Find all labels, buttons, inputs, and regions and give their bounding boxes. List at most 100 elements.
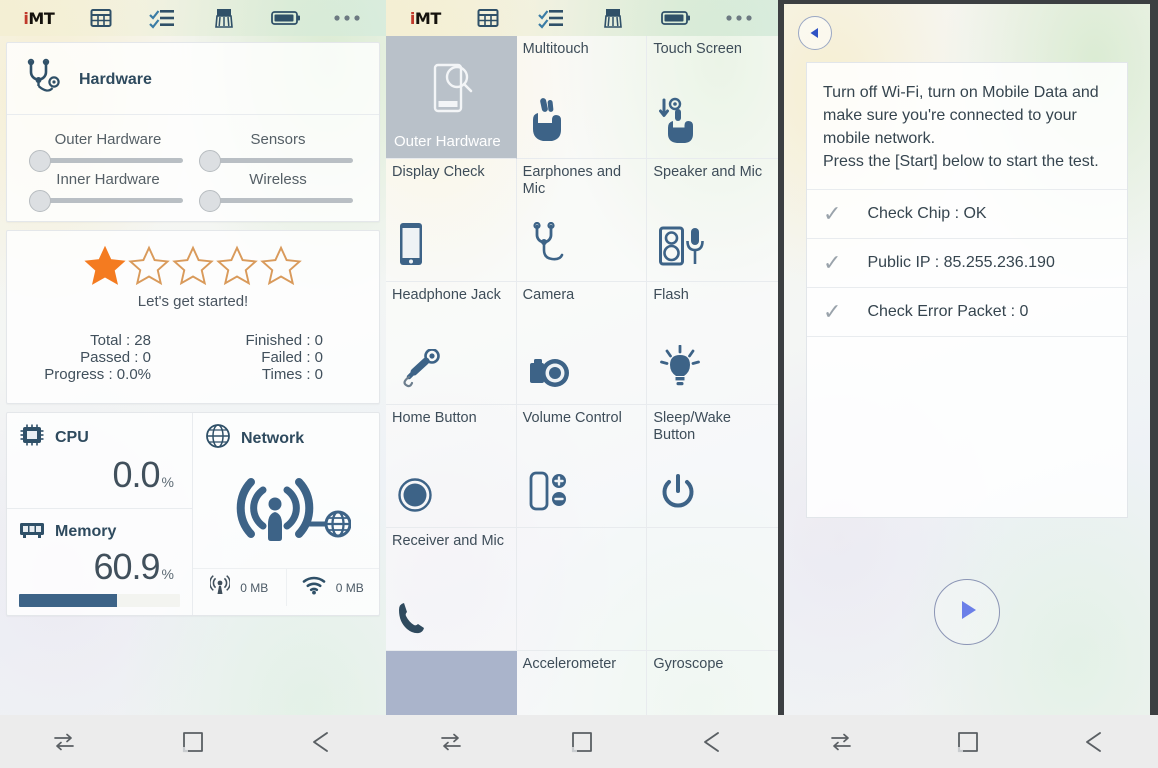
battery-icon[interactable]: [255, 0, 317, 36]
star-empty-icon[interactable]: [128, 245, 170, 287]
slider-label: Sensors: [250, 131, 306, 148]
broom-icon[interactable]: [193, 0, 255, 36]
home-square-icon[interactable]: [517, 730, 648, 754]
stat-times: Times : 0: [261, 366, 323, 383]
tile-label: Gyroscope: [653, 656, 724, 672]
two-finger-tap-icon: [529, 97, 565, 148]
slider-sensors[interactable]: Sensors: [193, 125, 363, 172]
brand-logo[interactable]: iMT: [394, 0, 457, 36]
slider-track[interactable]: [199, 189, 353, 212]
network-header: Network: [205, 423, 367, 454]
hardware-card-header: Hardware: [7, 43, 379, 114]
slider-label: Inner Hardware: [56, 171, 160, 188]
speaker-mic-icon: [659, 226, 705, 271]
phone-handset-icon: [398, 601, 428, 640]
stethoscope-icon: [21, 55, 65, 104]
volume-rocker-icon: [529, 470, 569, 517]
cpu-memory-column: CPU 0.0% Memory 60.9 %: [7, 413, 193, 615]
cpu-value-row: 0.0%: [19, 452, 180, 500]
slider-track[interactable]: [29, 149, 183, 172]
star-empty-icon[interactable]: [216, 245, 258, 287]
battery-icon[interactable]: [645, 0, 708, 36]
home-square-icon[interactable]: [129, 730, 258, 754]
tile-label: Touch Screen: [653, 41, 742, 57]
tile-empty-1: [516, 528, 648, 651]
tile-speaker-and-mic[interactable]: Speaker and Mic: [647, 159, 778, 282]
slider-outer-hardware[interactable]: Outer Hardware: [23, 125, 193, 172]
network-test-card: Turn off Wi-Fi, turn on Mobile Data and …: [806, 62, 1128, 518]
broom-icon[interactable]: [582, 0, 645, 36]
tile-receiver-and-mic[interactable]: Receiver and Mic: [386, 528, 517, 651]
slider-knob[interactable]: [199, 149, 221, 172]
android-navbar: [778, 715, 1158, 768]
tile-headphone-jack[interactable]: Headphone Jack: [386, 282, 517, 405]
star-filled-icon[interactable]: [84, 245, 126, 287]
back-arrow-icon[interactable]: [257, 729, 386, 755]
tile-outer-hardware[interactable]: Outer Hardware: [386, 36, 517, 159]
memory-progress-bar: [19, 594, 180, 607]
memory-block[interactable]: Memory 60.9%: [7, 509, 192, 615]
start-test-button[interactable]: [934, 579, 1000, 645]
tagline: Let's get started!: [137, 293, 249, 310]
smartphone-icon: [398, 222, 424, 271]
android-navbar: [0, 715, 386, 768]
star-rating[interactable]: [7, 245, 379, 287]
test-item-grid: Outer Hardware Multitouch Touch Screen D…: [386, 36, 778, 768]
recent-apps-icon[interactable]: [386, 729, 517, 755]
back-arrow-icon[interactable]: [1031, 729, 1158, 755]
cpu-block[interactable]: CPU 0.0%: [7, 413, 192, 508]
recent-apps-icon[interactable]: [778, 729, 905, 755]
tile-volume-control[interactable]: Volume Control: [516, 405, 648, 528]
recent-apps-icon[interactable]: [0, 729, 129, 755]
result-row-error-packet: ✓ Check Error Packet : 0: [807, 287, 1127, 336]
slider-knob[interactable]: [29, 149, 51, 172]
overflow-menu-icon[interactable]: [707, 0, 770, 36]
cpu-chip-icon: [19, 423, 45, 452]
tile-camera[interactable]: Camera: [516, 282, 648, 405]
back-arrow-icon[interactable]: [798, 16, 832, 50]
phone-inspect-icon: [423, 57, 479, 124]
tile-home-button[interactable]: Home Button: [386, 405, 517, 528]
globe-icon: [205, 423, 231, 454]
earphones-icon: [529, 221, 571, 271]
cpu-header: CPU: [19, 423, 180, 452]
tile-sleep-wake-button[interactable]: Sleep/Wake Button: [647, 405, 778, 528]
star-empty-icon[interactable]: [260, 245, 302, 287]
tile-label: Speaker and Mic: [653, 164, 763, 180]
tile-flash[interactable]: Flash: [647, 282, 778, 405]
checklist-icon[interactable]: [519, 0, 582, 36]
phone-panel-network-test: Turn off Wi-Fi, turn on Mobile Data and …: [778, 0, 1158, 768]
brand-logo[interactable]: iMT: [8, 0, 70, 36]
tile-label: Headphone Jack: [392, 287, 501, 303]
tile-earphones-and-mic[interactable]: Earphones and Mic: [516, 159, 648, 282]
spreadsheet-icon[interactable]: [457, 0, 520, 36]
memory-value-row: 60.9%: [19, 544, 180, 592]
slider-inner-hardware[interactable]: Inner Hardware: [23, 165, 193, 212]
slider-track[interactable]: [199, 149, 353, 172]
slider-wireless[interactable]: Wireless: [193, 165, 363, 212]
slider-knob[interactable]: [199, 189, 221, 212]
overflow-menu-icon[interactable]: [316, 0, 378, 36]
tile-label: Accelerometer: [522, 656, 617, 672]
cell-signal-icon: [209, 575, 232, 600]
back-arrow-icon[interactable]: [647, 729, 778, 755]
camera-icon: [529, 357, 575, 394]
slider-track[interactable]: [29, 189, 183, 212]
star-empty-icon[interactable]: [172, 245, 214, 287]
spreadsheet-icon[interactable]: [70, 0, 132, 36]
cpu-label: CPU: [55, 428, 89, 446]
tile-label: Camera: [522, 287, 575, 303]
result-text: Check Chip : OK: [867, 205, 987, 222]
stat-progress: Progress : 0.0%: [44, 366, 151, 383]
home-square-icon[interactable]: [905, 730, 1032, 754]
slider-label: Wireless: [249, 171, 307, 188]
tile-multitouch[interactable]: Multitouch: [516, 36, 648, 159]
network-column[interactable]: Network 0 MB 0 MB: [193, 413, 379, 615]
checklist-icon[interactable]: [131, 0, 193, 36]
tile-display-check[interactable]: Display Check: [386, 159, 517, 282]
slider-knob[interactable]: [29, 189, 51, 212]
result-row-empty: [807, 336, 1127, 337]
power-button-icon: [659, 474, 697, 517]
tile-touch-screen[interactable]: Touch Screen: [647, 36, 778, 159]
device-screen: Turn off Wi-Fi, turn on Mobile Data and …: [784, 4, 1150, 716]
